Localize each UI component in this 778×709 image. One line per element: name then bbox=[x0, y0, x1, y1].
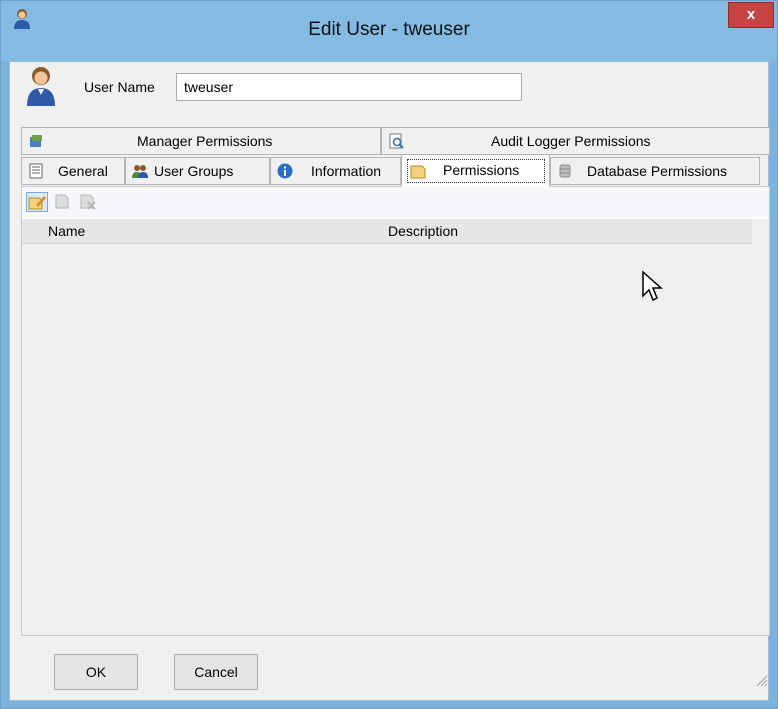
tab-permissions[interactable]: Permissions bbox=[401, 154, 550, 187]
dialog-body: User Name Manager Permissions Audit Logg… bbox=[9, 61, 770, 701]
database-icon bbox=[559, 164, 571, 178]
user-name-label: User Name bbox=[84, 79, 155, 95]
manager-permissions-icon bbox=[30, 135, 42, 147]
column-header-description[interactable]: Description bbox=[388, 219, 458, 243]
add-permission-button[interactable] bbox=[26, 192, 48, 212]
tab-label: Database Permissions bbox=[587, 163, 728, 179]
tab-user-groups[interactable]: User Groups bbox=[125, 157, 270, 185]
user-groups-icon bbox=[132, 165, 148, 178]
tab-label: Permissions bbox=[443, 162, 520, 178]
close-button[interactable]: x bbox=[728, 2, 774, 28]
audit-logger-icon bbox=[389, 133, 404, 149]
cancel-button[interactable]: Cancel bbox=[174, 654, 258, 690]
tab-label: Audit Logger Permissions bbox=[491, 133, 651, 149]
tab-label: General bbox=[58, 163, 108, 179]
user-avatar-icon bbox=[27, 67, 55, 106]
window-title: Edit User - tweuser bbox=[308, 19, 470, 40]
tab-audit-logger-permissions[interactable]: Audit Logger Permissions bbox=[381, 127, 770, 155]
general-icon bbox=[29, 163, 43, 179]
tab-general[interactable]: General bbox=[21, 157, 125, 185]
grid-header bbox=[22, 219, 752, 244]
tab-label: User Groups bbox=[154, 163, 234, 179]
tab-database-permissions[interactable]: Database Permissions bbox=[550, 157, 760, 185]
tab-information[interactable]: Information bbox=[270, 157, 401, 185]
tab-label: Manager Permissions bbox=[137, 133, 273, 149]
permissions-panel: Name Description bbox=[21, 186, 770, 636]
column-header-name[interactable]: Name bbox=[48, 219, 85, 243]
resize-grip-icon[interactable] bbox=[754, 673, 768, 687]
edit-permission-button[interactable] bbox=[52, 192, 74, 212]
ok-button[interactable]: OK bbox=[54, 654, 138, 690]
edit-user-window: Edit User - tweuser x User Name Manager … bbox=[0, 0, 778, 709]
tab-label: Information bbox=[311, 163, 382, 179]
permissions-toolbar bbox=[22, 187, 769, 217]
information-icon bbox=[277, 163, 293, 179]
permissions-icon bbox=[410, 165, 426, 179]
mouse-cursor-icon bbox=[642, 270, 663, 302]
user-name-input[interactable] bbox=[176, 73, 522, 101]
add-permission-icon bbox=[28, 196, 46, 210]
tab-manager-permissions[interactable]: Manager Permissions bbox=[21, 127, 381, 155]
delete-permission-icon bbox=[80, 194, 96, 210]
title-bar[interactable]: Edit User - tweuser x bbox=[1, 1, 777, 61]
edit-permission-icon bbox=[55, 194, 69, 209]
delete-permission-button[interactable] bbox=[78, 192, 100, 212]
